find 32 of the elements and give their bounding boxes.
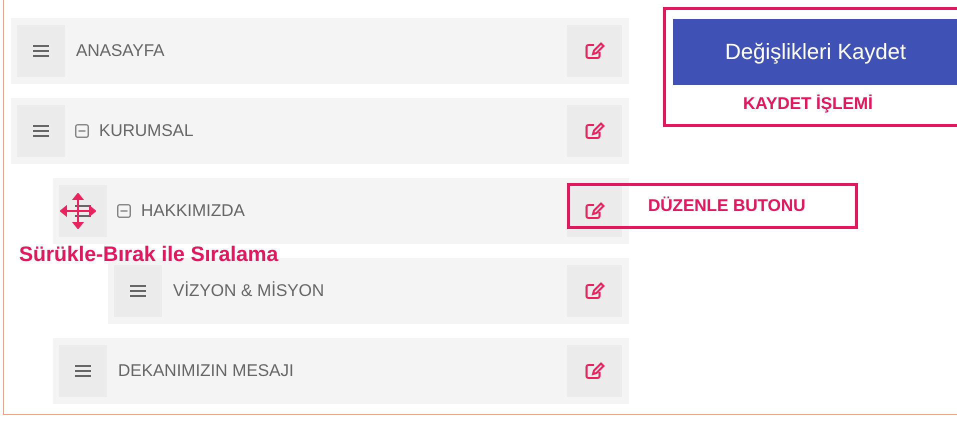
- menu-icon: [33, 45, 49, 57]
- edit-button[interactable]: [567, 265, 622, 317]
- callout-label: DÜZENLE BUTONU: [648, 196, 806, 216]
- drag-handle[interactable]: [17, 25, 65, 77]
- menu-item-row[interactable]: DEKANIMIZIN MESAJI: [53, 338, 629, 404]
- menu-item-label: VİZYON & MİSYON: [173, 281, 324, 301]
- collapse-icon[interactable]: [75, 124, 89, 138]
- edit-icon: [584, 122, 604, 140]
- menu-item-label: ANASAYFA: [76, 41, 164, 61]
- menu-item-label: KURUMSAL: [99, 121, 194, 141]
- collapse-icon[interactable]: [117, 204, 131, 218]
- menu-item-row[interactable]: HAKKIMIZDA: [53, 178, 629, 244]
- drag-handle[interactable]: [17, 105, 65, 157]
- menu-item-label: HAKKIMIZDA: [141, 201, 245, 221]
- drag-handle[interactable]: [114, 265, 162, 317]
- save-button[interactable]: Değişlikleri Kaydet: [673, 19, 957, 85]
- menu-icon: [75, 365, 91, 377]
- menu-icon: [130, 285, 146, 297]
- edit-button[interactable]: [567, 25, 622, 77]
- edit-button[interactable]: [567, 105, 622, 157]
- menu-item-label: DEKANIMIZIN MESAJI: [118, 361, 294, 381]
- edit-icon: [584, 202, 604, 220]
- menu-item-row[interactable]: ANASAYFA: [11, 18, 629, 84]
- edit-icon: [584, 282, 604, 300]
- edit-icon: [584, 362, 604, 380]
- edit-icon: [584, 42, 604, 60]
- edit-button[interactable]: [567, 345, 622, 397]
- drag-handle[interactable]: [59, 185, 107, 237]
- drag-handle[interactable]: [59, 345, 107, 397]
- menu-icon: [33, 125, 49, 137]
- callout-label: KAYDET İŞLEMİ: [743, 94, 873, 114]
- menu-item-row[interactable]: KURUMSAL: [11, 98, 629, 164]
